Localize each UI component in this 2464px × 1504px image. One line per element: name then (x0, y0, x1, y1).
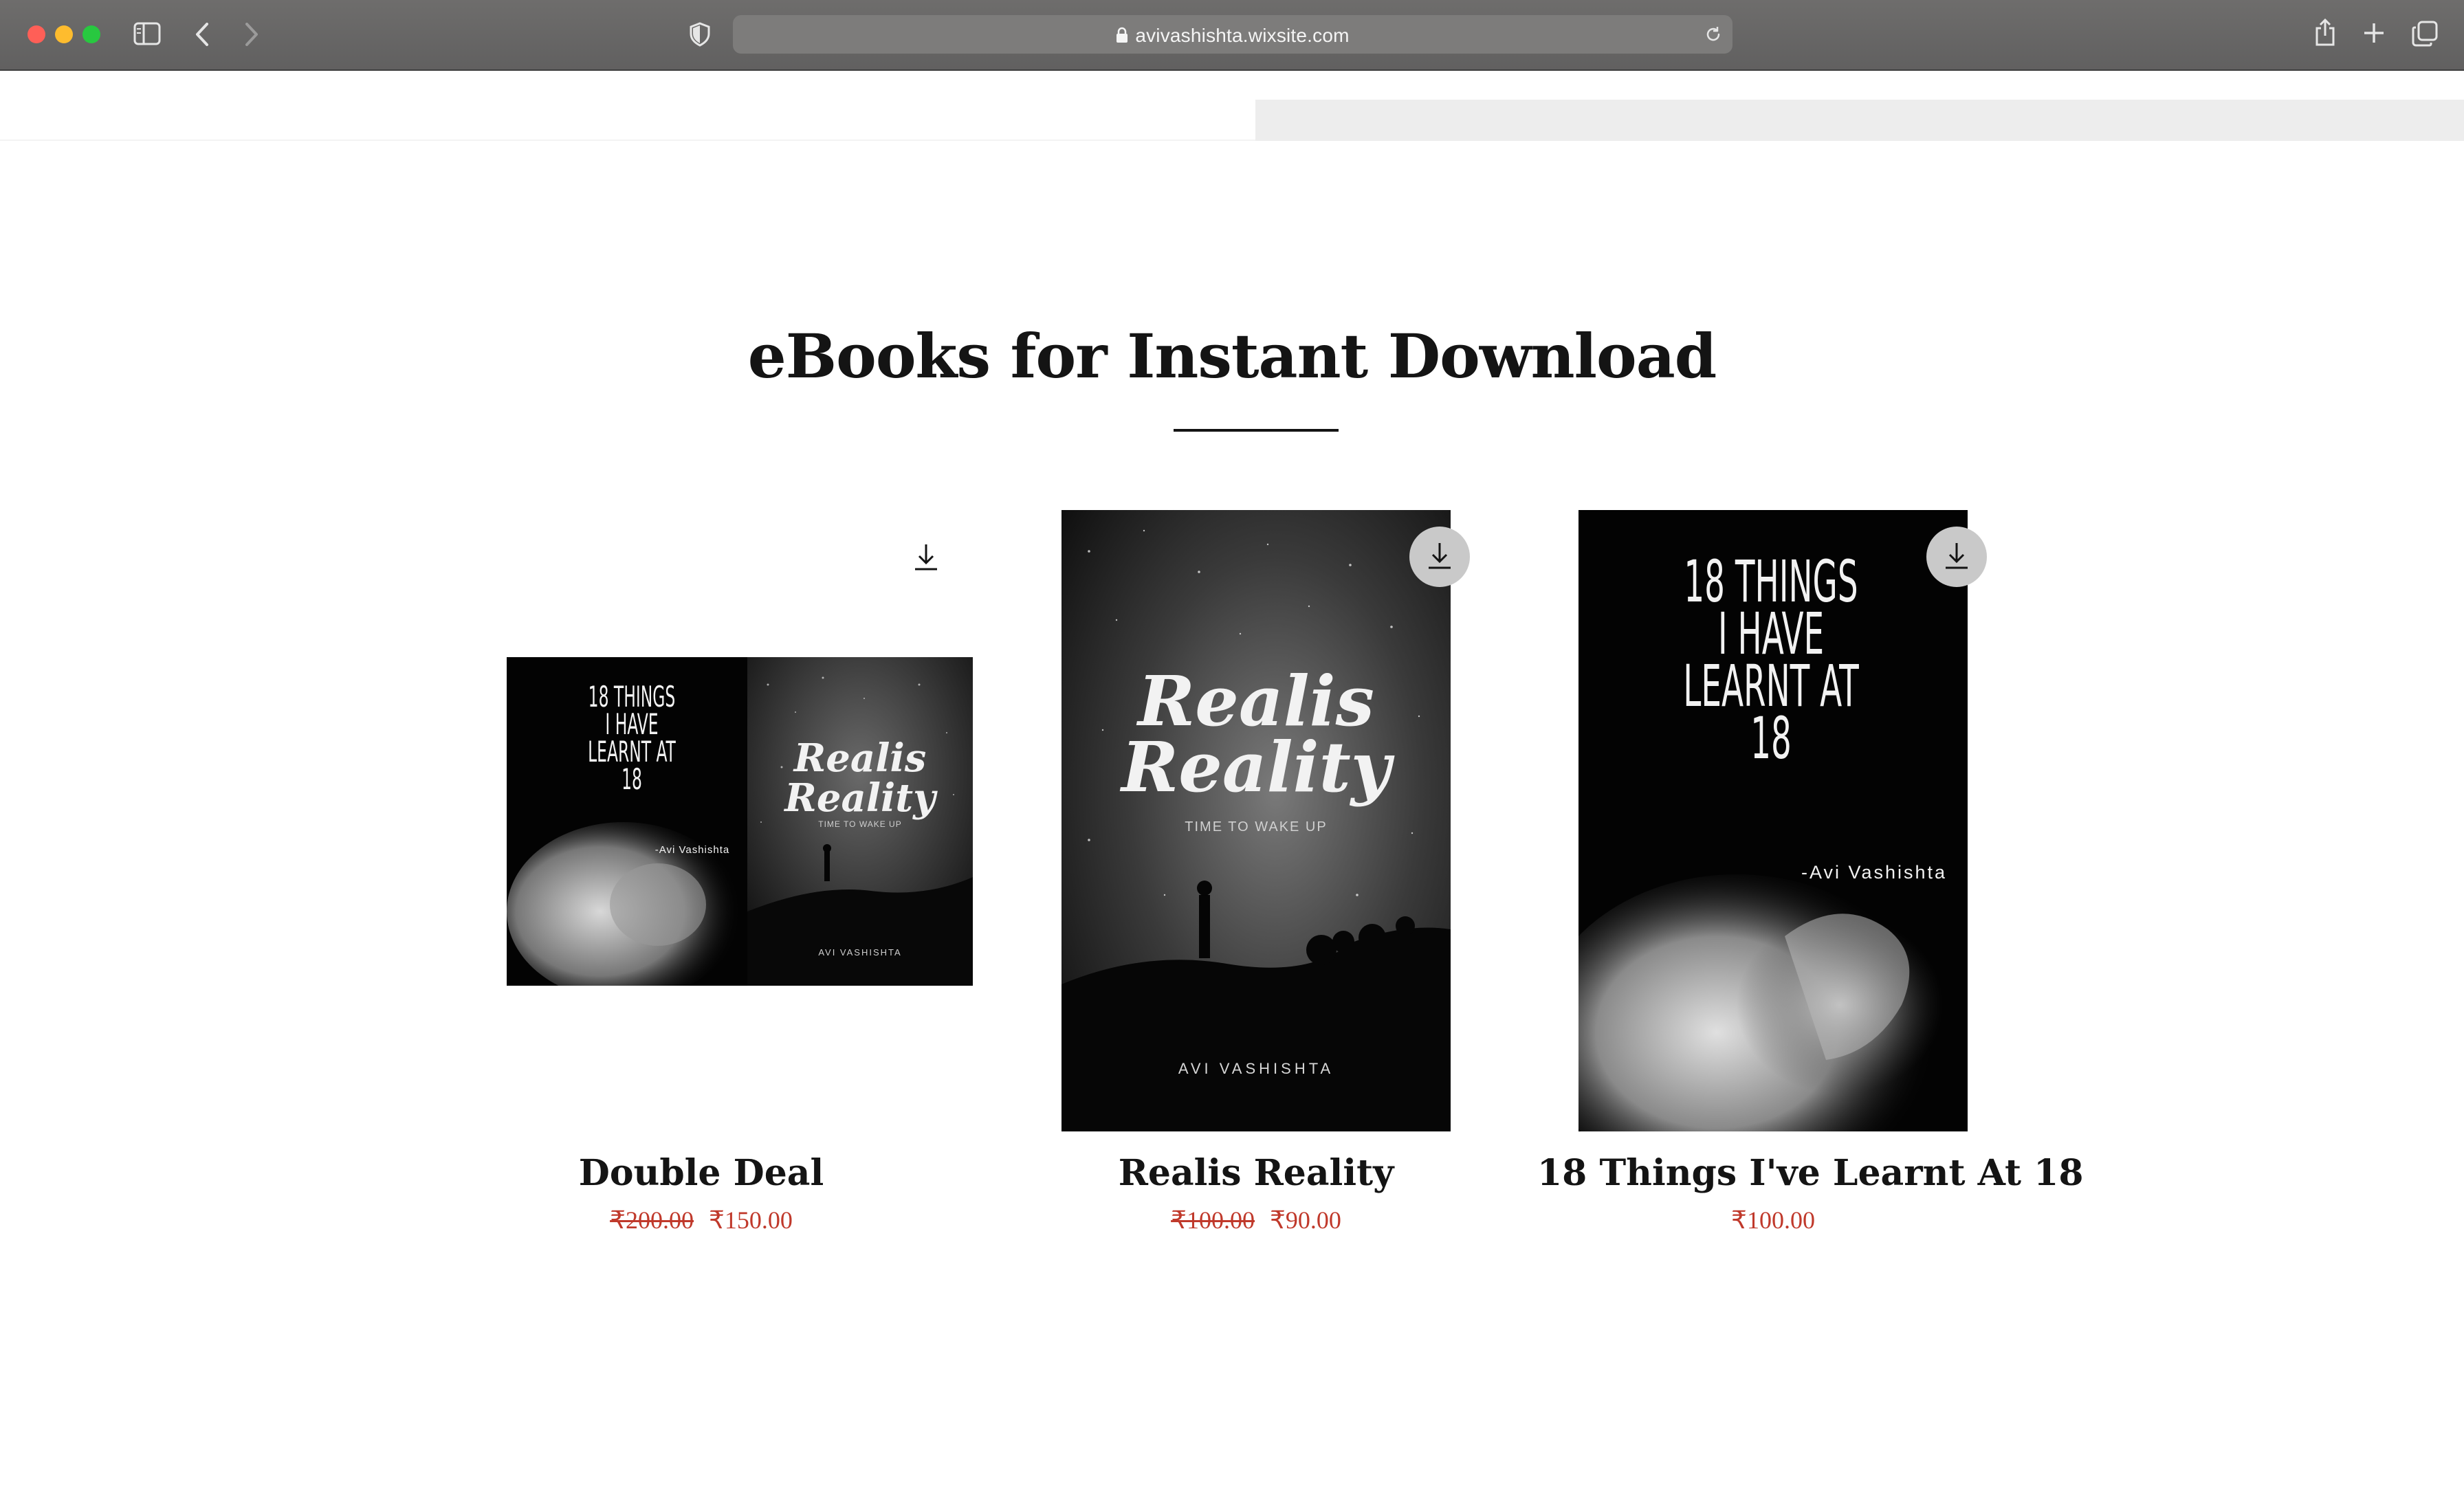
product-image-area[interactable]: 18 THINGS I HAVE LEARNT AT 18 -Avi Vashi… (507, 510, 973, 1131)
tabs-overview-icon[interactable] (2412, 21, 2438, 47)
realis-reality-cover-image[interactable]: Realis Reality TIME TO WAKE UP AVI VASHI… (1062, 510, 1451, 1131)
new-tab-icon[interactable] (2362, 21, 2386, 45)
product-image-area[interactable]: Realis Reality TIME TO WAKE UP AVI VASHI… (1062, 510, 1470, 1131)
original-price: ₹200.00 (610, 1206, 694, 1234)
close-window-button[interactable] (28, 25, 45, 43)
site-header (0, 72, 1255, 141)
product-price: ₹200.00 ₹150.00 (507, 1206, 896, 1235)
back-icon[interactable] (194, 21, 210, 48)
zoom-window-button[interactable] (82, 25, 100, 43)
product-image-area[interactable]: 18 THINGS I HAVE LEARNT AT 18 -Avi Vashi… (1578, 510, 1987, 1131)
product-price: ₹100.00 (1578, 1206, 1968, 1235)
product-card-realis-reality[interactable]: Realis Reality TIME TO WAKE UP AVI VASHI… (1062, 510, 1470, 1252)
cover-subtitle: TIME TO WAKE UP (1185, 819, 1328, 834)
cover-title: 18 THINGS I HAVE LEARNT AT 18 (1683, 548, 1859, 772)
cover-title: Realis Reality (1121, 661, 1391, 808)
cover-author: AVI VASHISHTA (1178, 1060, 1334, 1077)
price: ₹100.00 (1731, 1206, 1815, 1234)
reload-icon[interactable] (1704, 25, 1723, 47)
original-price: ₹100.00 (1171, 1206, 1255, 1234)
double-deal-cover-image[interactable]: 18 THINGS I HAVE LEARNT AT 18 -Avi Vashi… (507, 657, 973, 986)
right-cover-author: AVI VASHISHTA (818, 947, 902, 958)
download-icon[interactable] (905, 536, 947, 577)
download-icon (1426, 540, 1453, 574)
minimize-window-button[interactable] (55, 25, 73, 43)
sale-price: ₹150.00 (709, 1206, 793, 1234)
forward-icon[interactable] (243, 21, 260, 48)
product-price: ₹100.00 ₹90.00 (1062, 1206, 1451, 1235)
share-icon[interactable] (2314, 18, 2336, 47)
left-cover-author: -Avi Vashishta (654, 844, 730, 856)
header-bar (1255, 100, 2464, 141)
lock-icon (1116, 26, 1128, 48)
product-card-double-deal[interactable]: 18 THINGS I HAVE LEARNT AT 18 -Avi Vashi… (507, 510, 973, 1252)
left-cover-title: 18 THINGS I HAVE LEARNT AT 18 (588, 680, 676, 796)
title-divider (1174, 429, 1339, 432)
product-name[interactable]: 18 Things I've Learnt At 18 (1537, 1152, 2084, 1194)
section-title: eBooks for Instant Download (747, 320, 1717, 392)
right-cover-subtitle: TIME TO WAKE UP (818, 819, 902, 829)
product-name[interactable]: Double Deal (465, 1152, 937, 1194)
18-things-cover-image[interactable]: 18 THINGS I HAVE LEARNT AT 18 -Avi Vashi… (1578, 510, 1968, 1131)
browser-toolbar: avivashishta.wixsite.com (0, 0, 2464, 71)
url-text: avivashishta.wixsite.com (1135, 25, 1350, 46)
product-card-18-things[interactable]: 18 THINGS I HAVE LEARNT AT 18 -Avi Vashi… (1537, 510, 2084, 1252)
cover-author: -Avi Vashishta (1801, 862, 1948, 883)
address-bar[interactable]: avivashishta.wixsite.com (733, 15, 1732, 54)
download-button[interactable] (1409, 527, 1470, 587)
download-icon (1943, 540, 1970, 574)
sale-price: ₹90.00 (1270, 1206, 1341, 1234)
shield-icon[interactable] (689, 22, 711, 47)
download-button[interactable] (1926, 527, 1987, 587)
right-cover-title: Realis Reality (784, 736, 936, 821)
sidebar-icon[interactable] (133, 21, 161, 46)
product-name[interactable]: Realis Reality (1020, 1152, 1492, 1194)
